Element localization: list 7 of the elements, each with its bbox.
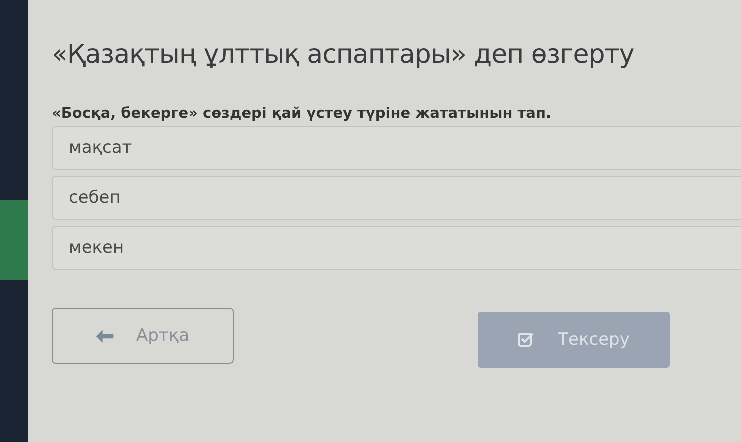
- page-title: «Қазақтың ұлттық аспаптары» деп өзгерту: [52, 40, 636, 70]
- question-text: «Босқа, бекерге» сөздері қай үстеу түріне жататынын тап.: [52, 106, 552, 122]
- back-arrow-icon: [96, 330, 114, 342]
- answer-option[interactable]: мақсат: [52, 126, 741, 170]
- answer-option[interactable]: мекен: [52, 226, 741, 270]
- answer-option[interactable]: себеп: [52, 176, 741, 220]
- checkbox-icon: [518, 332, 534, 348]
